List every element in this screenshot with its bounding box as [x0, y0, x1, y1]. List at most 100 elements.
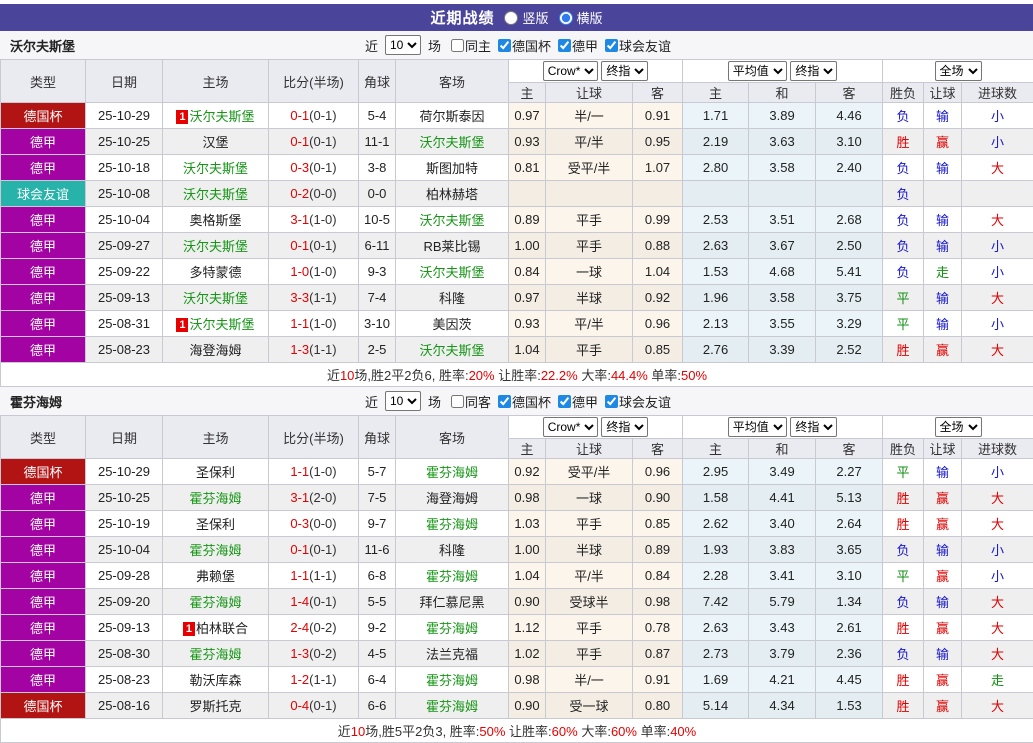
- same-side-checkbox[interactable]: [451, 395, 464, 408]
- result-handicap: 赢: [924, 667, 962, 693]
- average-select[interactable]: 平均值: [728, 61, 787, 81]
- team-link[interactable]: 法兰克福: [426, 647, 478, 662]
- same-side-option[interactable]: 同客: [444, 392, 491, 411]
- team-link[interactable]: 沃尔夫斯堡: [183, 239, 248, 254]
- final-index-select[interactable]: 终指: [601, 61, 648, 81]
- col-header-away: 客场: [396, 60, 509, 103]
- team-link[interactable]: 科隆: [439, 543, 465, 558]
- team-link[interactable]: 海登海姆: [426, 491, 478, 506]
- result-winloss: 胜: [883, 511, 924, 537]
- team-link[interactable]: 沃尔夫斯堡: [419, 343, 484, 358]
- home-team: 汉堡: [163, 129, 269, 155]
- avg-home: 2.63: [683, 615, 749, 641]
- final-index-select-2[interactable]: 终指: [790, 417, 837, 437]
- team-link[interactable]: 汉堡: [202, 135, 228, 150]
- team-link[interactable]: 奥格斯堡: [189, 213, 241, 228]
- team-link[interactable]: 霍芬海姆: [426, 517, 478, 532]
- match-score: 0-3(0-1): [269, 155, 359, 181]
- friendly-option[interactable]: 球会友谊: [598, 36, 671, 55]
- friendly-checkbox[interactable]: [605, 395, 618, 408]
- corner-count: 3-10: [359, 311, 396, 337]
- team-link[interactable]: 沃尔夫斯堡: [183, 187, 248, 202]
- score-halftime: (1-0): [309, 212, 336, 227]
- team-link[interactable]: 霍芬海姆: [426, 673, 478, 688]
- match-row: 德甲25-08-23勒沃库森1-2(1-1)6-4霍芬海姆0.98半/一0.91…: [1, 667, 1033, 693]
- bookmaker-select[interactable]: Crow*: [543, 417, 598, 437]
- score-halftime: (1-0): [309, 464, 336, 479]
- team-link[interactable]: 沃尔夫斯堡: [419, 213, 484, 228]
- team-link[interactable]: 科隆: [439, 291, 465, 306]
- result-goals: 小: [962, 563, 1033, 589]
- team-link[interactable]: 罗斯托克: [189, 699, 241, 714]
- avg-away: 3.65: [816, 537, 883, 563]
- result-winloss: 平: [883, 311, 924, 337]
- team-link[interactable]: 柏林联合: [196, 621, 248, 636]
- bookmaker-select[interactable]: Crow*: [543, 61, 598, 81]
- team-link[interactable]: 霍芬海姆: [426, 699, 478, 714]
- league-option[interactable]: 德甲: [551, 392, 598, 411]
- final-index-select-2[interactable]: 终指: [790, 61, 837, 81]
- team-link[interactable]: 沃尔夫斯堡: [419, 265, 484, 280]
- result-winloss: 胜: [883, 615, 924, 641]
- team-link[interactable]: 沃尔夫斯堡: [419, 135, 484, 150]
- league-option[interactable]: 德甲: [551, 36, 598, 55]
- match-score: 1-0(1-0): [269, 259, 359, 285]
- team-link[interactable]: 霍芬海姆: [189, 647, 241, 662]
- team-link[interactable]: 斯图加特: [426, 161, 478, 176]
- team-link[interactable]: 沃尔夫斯堡: [183, 161, 248, 176]
- team-link[interactable]: 美因茨: [432, 317, 471, 332]
- team-link[interactable]: 弗赖堡: [196, 569, 235, 584]
- team-link[interactable]: RB莱比锡: [423, 239, 480, 254]
- full-match-select[interactable]: 全场: [935, 417, 982, 437]
- layout-horizontal-option[interactable]: 横版: [559, 8, 603, 27]
- team-link[interactable]: 霍芬海姆: [189, 595, 241, 610]
- result-winloss: 平: [883, 285, 924, 311]
- bookmaker-select-cell: Crow* 终指: [509, 60, 683, 83]
- team-link[interactable]: 多特蒙德: [189, 265, 241, 280]
- team-link[interactable]: 勒沃库森: [189, 673, 241, 688]
- final-index-select[interactable]: 终指: [601, 417, 648, 437]
- team-link[interactable]: 霍芬海姆: [426, 465, 478, 480]
- team-link[interactable]: 海登海姆: [189, 343, 241, 358]
- league-checkbox[interactable]: [558, 395, 571, 408]
- cup-option[interactable]: 德国杯: [491, 392, 551, 411]
- avg-away: 2.61: [816, 615, 883, 641]
- team-link[interactable]: 荷尔斯泰因: [419, 109, 484, 124]
- score-halftime: (0-2): [309, 646, 336, 661]
- match-type: 德甲: [1, 129, 86, 155]
- league-checkbox[interactable]: [558, 39, 571, 52]
- match-row: 德甲25-10-04霍芬海姆0-1(0-1)11-6科隆1.00半球0.891.…: [1, 537, 1033, 563]
- friendly-checkbox[interactable]: [605, 39, 618, 52]
- match-type: 德甲: [1, 563, 86, 589]
- layout-vertical-option[interactable]: 竖版: [504, 8, 548, 27]
- avg-away: [816, 181, 883, 207]
- team-link[interactable]: 霍芬海姆: [189, 491, 241, 506]
- friendly-option[interactable]: 球会友谊: [598, 392, 671, 411]
- cup-checkbox[interactable]: [498, 39, 511, 52]
- team-link[interactable]: 拜仁慕尼黑: [419, 595, 484, 610]
- team-link[interactable]: 柏林赫塔: [426, 187, 478, 202]
- team-link[interactable]: 霍芬海姆: [189, 543, 241, 558]
- home-team: 沃尔夫斯堡: [163, 285, 269, 311]
- average-select[interactable]: 平均值: [728, 417, 787, 437]
- team-link[interactable]: 沃尔夫斯堡: [189, 109, 254, 124]
- cup-checkbox[interactable]: [498, 395, 511, 408]
- full-match-select[interactable]: 全场: [935, 61, 982, 81]
- bookmaker-select-cell: Crow* 终指: [509, 416, 683, 439]
- team-link[interactable]: 圣保利: [196, 465, 235, 480]
- result-handicap: 走: [924, 259, 962, 285]
- match-count-select[interactable]: 10: [385, 391, 421, 411]
- team-link[interactable]: 霍芬海姆: [426, 569, 478, 584]
- result-winloss: 负: [883, 103, 924, 129]
- vertical-radio[interactable]: [504, 11, 518, 25]
- horizontal-radio[interactable]: [559, 11, 573, 25]
- same-side-option[interactable]: 同主: [444, 36, 491, 55]
- team-link[interactable]: 圣保利: [196, 517, 235, 532]
- team-link[interactable]: 沃尔夫斯堡: [189, 317, 254, 332]
- match-count-select[interactable]: 10: [385, 35, 421, 55]
- cup-option[interactable]: 德国杯: [491, 36, 551, 55]
- same-side-checkbox[interactable]: [451, 39, 464, 52]
- team-link[interactable]: 霍芬海姆: [426, 621, 478, 636]
- odds-away: 0.90: [633, 485, 683, 511]
- team-link[interactable]: 沃尔夫斯堡: [183, 291, 248, 306]
